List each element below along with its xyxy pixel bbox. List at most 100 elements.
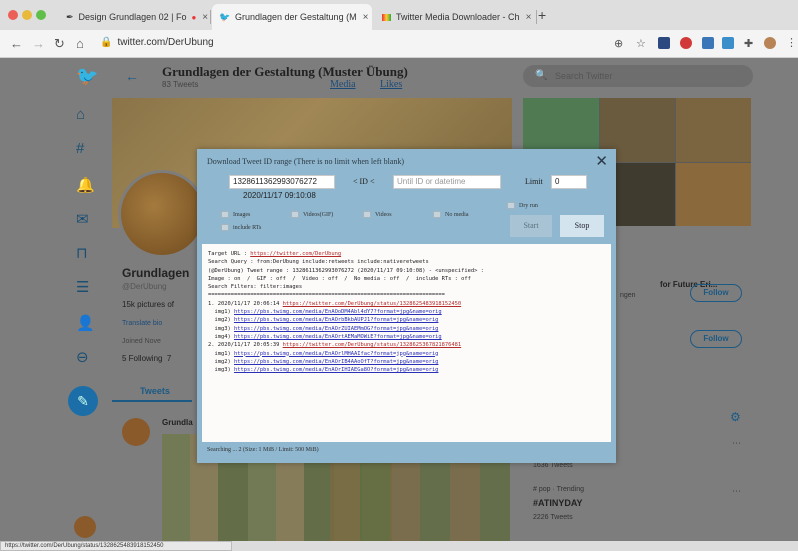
follow-button[interactable]: Follow bbox=[690, 284, 742, 302]
home-icon[interactable]: ⌂ bbox=[76, 106, 85, 123]
log-text: 1. 2020/11/17 20:06:14 bbox=[208, 300, 283, 307]
log-text: Search Filters: filter:images bbox=[208, 284, 303, 291]
trend-item[interactable]: 1636 Tweets bbox=[533, 462, 573, 469]
follow-button[interactable]: Follow bbox=[690, 330, 742, 348]
bookmark-star-icon[interactable]: ☆ bbox=[636, 37, 646, 50]
until-id-field[interactable]: Until ID or datetime bbox=[393, 175, 501, 189]
forward-arrow-icon[interactable]: → bbox=[32, 36, 45, 51]
back-arrow-icon[interactable]: ← bbox=[125, 68, 139, 84]
no-media-checkbox[interactable]: No media bbox=[433, 211, 469, 218]
tab-close-icon[interactable]: × bbox=[357, 12, 369, 23]
browser-tab-1[interactable]: ✒ Design Grundlagen 02 | Fo ● × bbox=[58, 4, 208, 30]
log-text: Search Query : from:DerUbung include:ret… bbox=[208, 259, 429, 266]
stop-button[interactable]: Stop bbox=[560, 215, 604, 237]
home-icon[interactable]: ⌂ bbox=[76, 36, 84, 51]
avatar[interactable] bbox=[764, 37, 776, 49]
more-options-icon[interactable]: ⋯ bbox=[732, 438, 741, 449]
checkbox-box bbox=[507, 202, 515, 209]
tweet-author-name[interactable]: Grundla bbox=[162, 418, 193, 427]
start-button[interactable]: Start bbox=[510, 215, 552, 237]
tweet-avatar[interactable] bbox=[122, 418, 150, 446]
log-link[interactable]: https://twitter.com/DerUbung/status/1328… bbox=[283, 342, 462, 348]
extension-icon[interactable] bbox=[722, 37, 734, 49]
log-link[interactable]: https://pbs.twimg.com/media/EnAOrIHIAEGa… bbox=[234, 367, 438, 373]
browser-tab-3[interactable]: Twitter Media Downloader - Ch × bbox=[374, 4, 534, 30]
likes-link[interactable]: Likes bbox=[380, 79, 402, 90]
trend-item[interactable]: 2226 Tweets bbox=[533, 514, 573, 521]
tab-close-icon[interactable]: × bbox=[196, 12, 208, 23]
settings-gear-icon[interactable]: ⚙ bbox=[730, 410, 741, 424]
extension-icon[interactable] bbox=[658, 37, 670, 49]
extension-icon[interactable] bbox=[702, 37, 714, 49]
dry-run-checkbox[interactable]: Dry run bbox=[507, 202, 538, 209]
videos-gif-checkbox[interactable]: Videos(GIF) bbox=[291, 211, 333, 218]
search-input[interactable]: 🔍 Search Twitter bbox=[523, 65, 753, 87]
profile-following[interactable]: 5 Following 7 bbox=[122, 354, 171, 363]
menu-kebab-icon[interactable]: ⋮ bbox=[786, 36, 797, 49]
profile-handle: @DerUbung bbox=[122, 282, 167, 291]
profile-person-icon[interactable]: 👤 bbox=[76, 314, 95, 332]
compose-tweet-button[interactable]: ✎ bbox=[68, 386, 98, 416]
messages-envelope-icon[interactable]: ✉ bbox=[76, 210, 89, 228]
log-link[interactable]: https://pbs.twimg.com/media/EnAOrbBkbAUP… bbox=[234, 317, 438, 323]
profile-avatar[interactable] bbox=[118, 170, 206, 258]
log-line: img3) https://pbs.twimg.com/media/EnAOrZ… bbox=[208, 325, 605, 333]
notifications-bell-icon[interactable]: 🔔 bbox=[76, 176, 95, 194]
extension-icon[interactable] bbox=[680, 37, 692, 49]
media-link[interactable]: Media bbox=[330, 79, 356, 90]
log-line: img3) https://pbs.twimg.com/media/EnAOrI… bbox=[208, 366, 605, 374]
translate-bio-link[interactable]: Translate bio bbox=[122, 320, 162, 327]
media-thumbnail[interactable] bbox=[676, 98, 751, 162]
from-id-field[interactable]: 1328611362993076272 bbox=[229, 175, 335, 189]
log-text: Image : on / GIF : off / Video : off / N… bbox=[208, 275, 471, 282]
more-options-icon[interactable]: ⋯ bbox=[732, 486, 741, 497]
videos-checkbox[interactable]: Videos bbox=[363, 211, 392, 218]
trend-item[interactable]: # pop · Trending bbox=[533, 486, 584, 493]
tab-title: Design Grundlagen 02 | Fo bbox=[78, 12, 187, 22]
url-text: twitter.com/DerUbung bbox=[117, 37, 214, 48]
browser-tab-2[interactable]: 🐦 Grundlagen der Gestaltung (M × bbox=[212, 4, 372, 30]
log-text: img2) bbox=[208, 317, 234, 324]
log-link[interactable]: https://pbs.twimg.com/media/EnAOrZUIAEMm… bbox=[234, 326, 438, 332]
checkbox-label: No media bbox=[445, 211, 469, 218]
include-rts-checkbox[interactable]: include RTs bbox=[221, 224, 261, 231]
bookmarks-icon[interactable]: ⊓ bbox=[76, 244, 88, 262]
media-thumbnail[interactable] bbox=[676, 163, 751, 226]
more-circle-icon[interactable]: ⊖ bbox=[76, 348, 89, 366]
download-log[interactable]: Target URL : https://twitter.com/DerUbun… bbox=[202, 244, 611, 442]
minimize-window-button[interactable] bbox=[22, 10, 32, 20]
limit-field[interactable]: 0 bbox=[551, 175, 587, 189]
log-line: img4) https://pbs.twimg.com/media/EnAOrt… bbox=[208, 333, 605, 341]
log-link[interactable]: https://pbs.twimg.com/media/EnAOrtAEMaMO… bbox=[234, 334, 442, 340]
log-text: 2. 2020/11/17 20:05:39 bbox=[208, 342, 283, 349]
close-window-button[interactable] bbox=[8, 10, 18, 20]
lists-icon[interactable]: ☰ bbox=[76, 278, 89, 296]
log-line: Search Filters: filter:images bbox=[208, 283, 605, 291]
zoom-window-button[interactable] bbox=[36, 10, 46, 20]
checkbox-label: Videos(GIF) bbox=[303, 211, 334, 218]
trend-item[interactable]: #ATINYDAY bbox=[533, 498, 583, 508]
url-field[interactable]: 🔒 twitter.com/DerUbung bbox=[100, 37, 214, 48]
explore-hash-icon[interactable]: # bbox=[76, 140, 84, 157]
log-link[interactable]: https://twitter.com/DerUbung bbox=[250, 251, 341, 257]
tab-tweets[interactable]: Tweets bbox=[112, 382, 192, 402]
log-link[interactable]: https://twitter.com/DerUbung/status/1328… bbox=[283, 301, 462, 307]
log-line: ========================================… bbox=[208, 291, 605, 299]
checkbox-box bbox=[363, 211, 371, 218]
puzzle-icon[interactable]: ✚ bbox=[744, 37, 753, 50]
log-line: 1. 2020/11/17 20:06:14 https://twitter.c… bbox=[208, 300, 605, 308]
log-link[interactable]: https://pbs.twimg.com/media/EnAOoDM4Abl4… bbox=[234, 309, 442, 315]
browser-status-url: https://twitter.com/DerUbung/status/1328… bbox=[0, 541, 232, 551]
new-tab-button[interactable]: + bbox=[538, 7, 546, 23]
chrome-webstore-icon bbox=[382, 12, 391, 22]
log-link[interactable]: https://pbs.twimg.com/media/EnAOrlMHAAIf… bbox=[234, 351, 438, 357]
tab-close-icon[interactable]: × bbox=[520, 12, 532, 23]
close-icon[interactable]: ✕ bbox=[595, 152, 608, 170]
location-target-icon[interactable]: ⊕ bbox=[614, 37, 623, 50]
back-arrow-icon[interactable]: ← bbox=[10, 36, 23, 51]
twitter-logo-icon[interactable]: 🐦 bbox=[76, 66, 98, 87]
account-avatar[interactable] bbox=[74, 516, 96, 538]
images-checkbox[interactable]: Images bbox=[221, 211, 250, 218]
reload-icon[interactable]: ↻ bbox=[54, 36, 65, 52]
log-link[interactable]: https://pbs.twimg.com/media/EnAOrIB4AAoO… bbox=[234, 359, 438, 365]
